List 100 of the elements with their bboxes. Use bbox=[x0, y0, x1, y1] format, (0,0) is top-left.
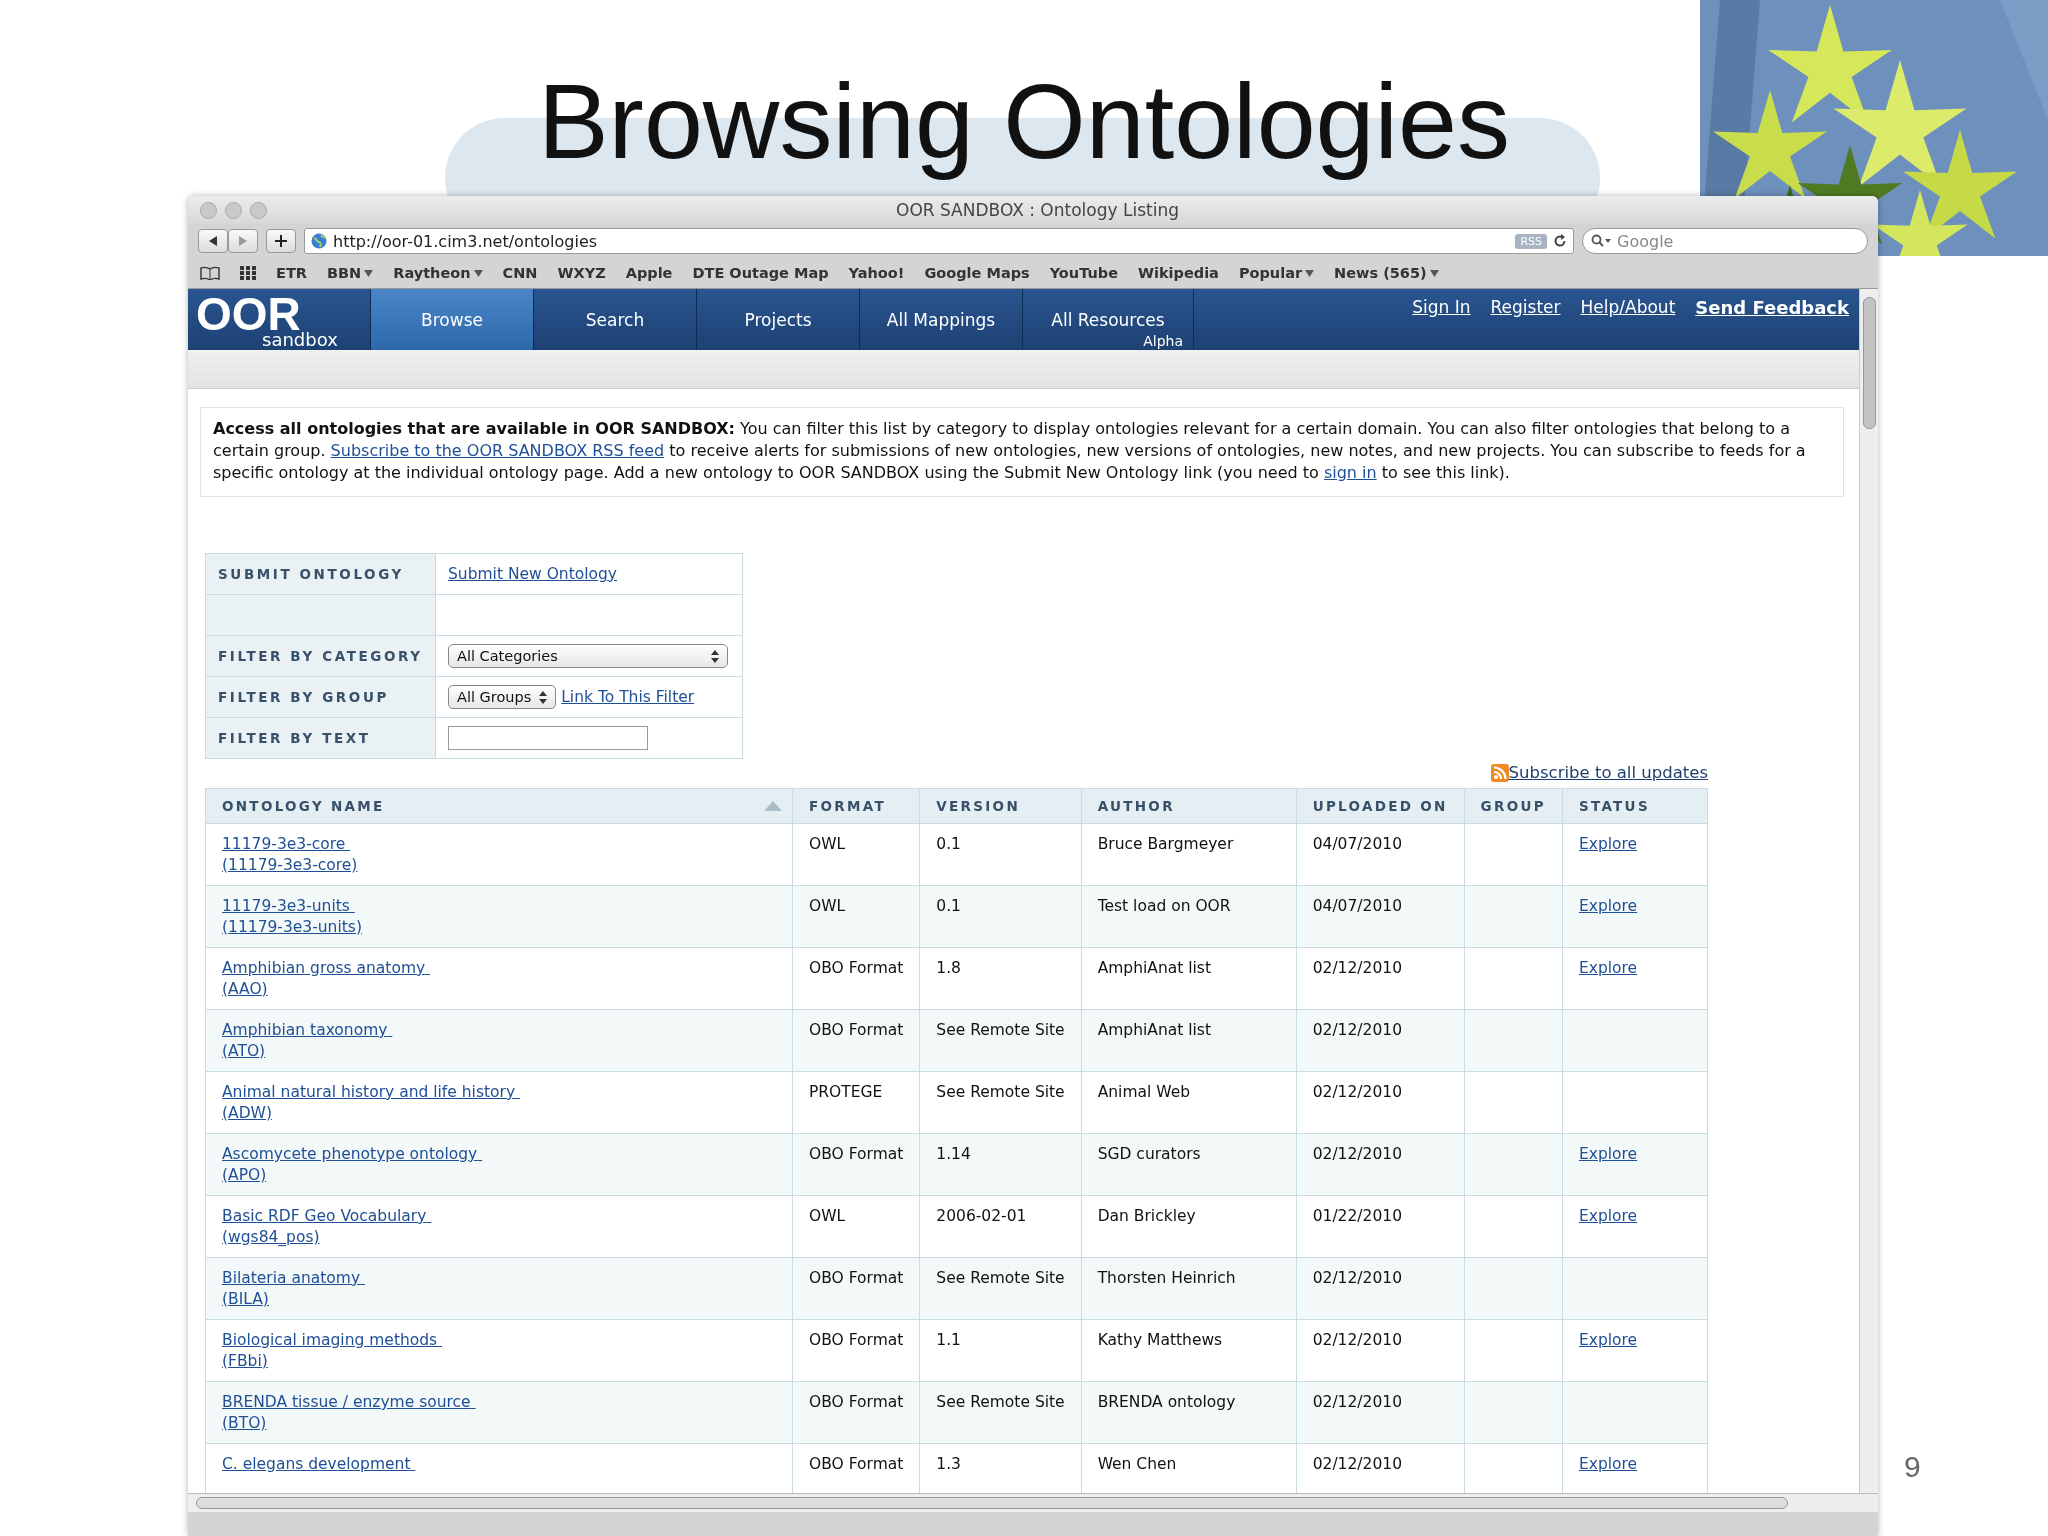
explore-link[interactable]: Explore bbox=[1578, 1330, 1638, 1351]
category-dropdown[interactable]: All Categories bbox=[448, 644, 728, 668]
bookmark-item[interactable]: Apple bbox=[625, 265, 673, 281]
bookmark-item[interactable]: News (565) bbox=[1334, 265, 1439, 281]
bookmark-item[interactable]: Wikipedia bbox=[1137, 265, 1219, 281]
date-cell: 02/12/2010 bbox=[1312, 959, 1402, 977]
author-cell: Dan Brickley bbox=[1097, 1207, 1196, 1225]
grid-icon[interactable] bbox=[240, 266, 256, 280]
ontology-code-link[interactable]: (ADW) bbox=[222, 1102, 272, 1123]
format-cell: OBO Format bbox=[809, 1269, 904, 1287]
intro-link[interactable]: sign in bbox=[1323, 463, 1377, 482]
ontology-code-link[interactable]: (AAO) bbox=[222, 978, 268, 999]
column-header[interactable]: ONTOLOGY NAME bbox=[205, 788, 793, 824]
explore-link[interactable]: Explore bbox=[1578, 834, 1638, 855]
author-cell: Bruce Bargmeyer bbox=[1097, 835, 1234, 853]
ontology-link[interactable]: Basic RDF Geo Vocabulary bbox=[222, 1206, 432, 1227]
author-cell: AmphiAnat list bbox=[1097, 959, 1212, 977]
bookmark-item[interactable]: Google Maps bbox=[924, 265, 1030, 281]
account-link[interactable]: Help/About bbox=[1580, 297, 1676, 350]
filter-link[interactable]: Link To This Filter bbox=[561, 687, 695, 706]
format-cell: OBO Format bbox=[809, 1455, 904, 1473]
back-button[interactable] bbox=[198, 229, 228, 253]
date-cell: 01/22/2010 bbox=[1312, 1207, 1402, 1225]
account-link[interactable]: Register bbox=[1490, 297, 1561, 350]
vertical-scrollbar[interactable] bbox=[1859, 289, 1878, 1493]
format-cell: OWL bbox=[809, 897, 846, 915]
column-header[interactable]: FORMAT bbox=[792, 788, 920, 824]
search-field[interactable]: Google bbox=[1582, 228, 1868, 254]
format-cell: PROTEGE bbox=[809, 1083, 883, 1101]
ontology-link[interactable]: Amphibian gross anatomy bbox=[222, 958, 431, 979]
ontology-code-link[interactable]: (BILA) bbox=[222, 1288, 269, 1309]
bookmark-item[interactable]: DTE Outage Map bbox=[692, 265, 829, 281]
window-control[interactable] bbox=[200, 201, 217, 219]
nav-tab[interactable]: Browse bbox=[370, 289, 533, 350]
version-cell: 1.3 bbox=[936, 1455, 961, 1473]
updown-icon bbox=[711, 649, 719, 663]
filter-label: SUBMIT ONTOLOGY bbox=[218, 566, 404, 582]
explore-link[interactable]: Explore bbox=[1578, 958, 1638, 979]
reload-icon[interactable] bbox=[1553, 234, 1567, 248]
window-control[interactable] bbox=[250, 201, 267, 219]
column-header[interactable]: VERSION bbox=[919, 788, 1082, 824]
date-cell: 02/12/2010 bbox=[1312, 1455, 1402, 1473]
explore-link[interactable]: Explore bbox=[1578, 896, 1638, 917]
version-cell: 1.8 bbox=[936, 959, 961, 977]
bookmark-item[interactable]: YouTube bbox=[1049, 265, 1118, 281]
ontology-link[interactable]: Ascomycete phenotype ontology bbox=[222, 1144, 483, 1165]
column-header[interactable]: AUTHOR bbox=[1081, 788, 1297, 824]
account-link[interactable]: Send Feedback bbox=[1695, 297, 1849, 350]
version-cell: See Remote Site bbox=[936, 1269, 1065, 1287]
globe-icon bbox=[311, 233, 327, 249]
book-icon[interactable] bbox=[200, 266, 220, 280]
intro-link[interactable]: Subscribe to the OOR SANDBOX RSS feed bbox=[330, 441, 665, 460]
bookmark-item[interactable]: BBN bbox=[326, 265, 374, 281]
window-control[interactable] bbox=[225, 201, 242, 219]
ontology-link[interactable]: Biological imaging methods bbox=[222, 1330, 443, 1351]
filter-text-field[interactable] bbox=[448, 726, 648, 750]
column-header[interactable]: STATUS bbox=[1562, 788, 1708, 824]
author-cell: Thorsten Heinrich bbox=[1097, 1269, 1236, 1287]
ontology-link[interactable]: Animal natural history and life history bbox=[222, 1082, 520, 1103]
explore-link[interactable]: Explore bbox=[1578, 1144, 1638, 1165]
format-cell: OBO Format bbox=[809, 1331, 904, 1349]
horizontal-scrollbar[interactable] bbox=[188, 1493, 1878, 1512]
bookmark-item[interactable]: WXYZ bbox=[557, 265, 606, 281]
ontology-code-link[interactable]: (11179-3e3-core) bbox=[222, 854, 358, 875]
ontology-link[interactable]: 11179-3e3-core bbox=[222, 834, 351, 855]
subscribe-link[interactable]: Subscribe to all updates bbox=[1490, 763, 1708, 782]
version-cell: See Remote Site bbox=[936, 1021, 1065, 1039]
address-field[interactable]: http://oor-01.cim3.net/ontologies RSS bbox=[304, 228, 1574, 254]
date-cell: 02/12/2010 bbox=[1312, 1145, 1402, 1163]
ontology-link[interactable]: 11179-3e3-units bbox=[222, 896, 355, 917]
column-header[interactable]: UPLOADED ON bbox=[1296, 788, 1465, 824]
ontology-code-link[interactable]: (BTO) bbox=[222, 1412, 267, 1433]
group-dropdown[interactable]: All Groups bbox=[448, 685, 557, 709]
account-link[interactable]: Sign In bbox=[1412, 297, 1471, 350]
ontology-link[interactable]: C. elegans development bbox=[222, 1454, 416, 1475]
bookmark-item[interactable]: Popular bbox=[1238, 265, 1315, 281]
bookmark-item[interactable]: Raytheon bbox=[393, 265, 483, 281]
ontology-code-link[interactable]: (APO) bbox=[222, 1164, 267, 1185]
bookmark-item[interactable]: CNN bbox=[502, 265, 538, 281]
ontology-link[interactable]: Bilateria anatomy bbox=[222, 1268, 366, 1289]
intro-text: Access all ontologies that are available in OOR SANDBOX: You can filter this list by category to display ontologies relevant for a certain domain. You can also filter ontologies that belong to a certain group. Subscribe to the OOR SANDBOX RSS feed to receive alerts for submissions of new ontologies, new versions of ontologies, new notes, and new projects. You can subscribe to feeds for a specific ontology at the individual ontology page. Add a new ontology to OOR SANDBOX using the Submit New Ontology link (you need to sign in to see this link). bbox=[200, 407, 1844, 497]
add-bookmark-button[interactable] bbox=[266, 229, 296, 253]
page-number: 9 bbox=[1904, 1450, 1921, 1484]
version-cell: 2006-02-01 bbox=[936, 1207, 1027, 1225]
ontology-link[interactable]: BRENDA tissue / enzyme source bbox=[222, 1392, 476, 1413]
column-header[interactable]: GROUP bbox=[1464, 788, 1563, 824]
date-cell: 02/12/2010 bbox=[1312, 1331, 1402, 1349]
ontology-code-link[interactable]: (ATO) bbox=[222, 1040, 266, 1061]
explore-link[interactable]: Explore bbox=[1578, 1206, 1638, 1227]
explore-link[interactable]: Explore bbox=[1578, 1454, 1638, 1475]
version-cell: See Remote Site bbox=[936, 1083, 1065, 1101]
ontology-code-link[interactable]: (wgs84_pos) bbox=[222, 1226, 320, 1247]
author-cell: SGD curators bbox=[1097, 1145, 1201, 1163]
ontology-link[interactable]: Amphibian taxonomy bbox=[222, 1020, 393, 1041]
ontology-code-link[interactable]: (11179-3e3-units) bbox=[222, 916, 362, 937]
bookmark-item[interactable]: Yahoo! bbox=[848, 265, 905, 281]
format-cell: OBO Format bbox=[809, 959, 904, 977]
bookmark-item[interactable]: ETR bbox=[276, 265, 307, 281]
ontology-code-link[interactable]: (FBbi) bbox=[222, 1350, 268, 1371]
version-cell: 0.1 bbox=[936, 835, 961, 853]
